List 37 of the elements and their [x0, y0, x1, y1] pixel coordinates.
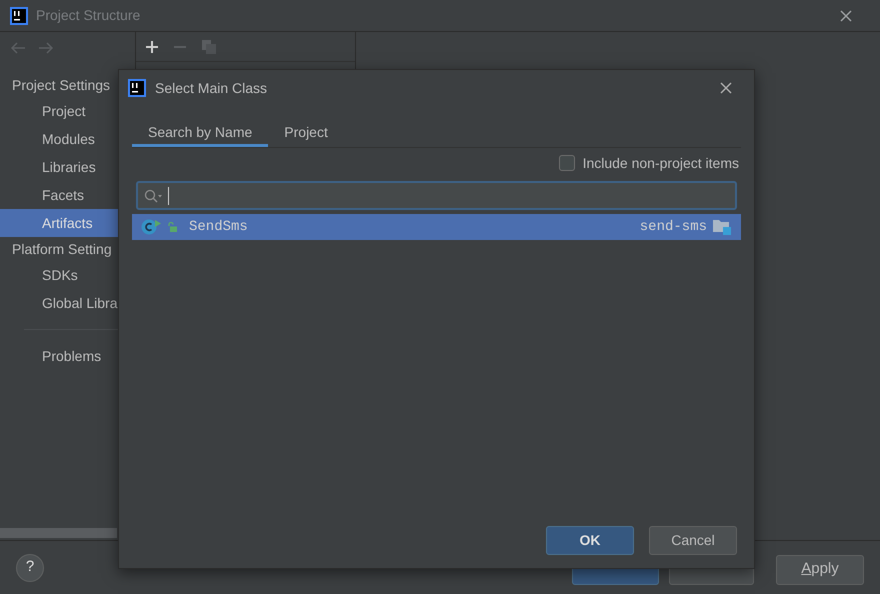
search-field[interactable]	[136, 181, 737, 210]
ok-button[interactable]: OK	[546, 526, 634, 555]
close-icon[interactable]	[720, 82, 732, 94]
forward-arrow-icon[interactable]	[38, 42, 54, 54]
copy-icon[interactable]	[202, 40, 216, 54]
add-icon[interactable]	[146, 40, 158, 52]
sidebar-item[interactable]: Facets	[0, 181, 118, 209]
checkbox[interactable]	[558, 155, 575, 171]
result-row[interactable]: SendSms send-sms	[132, 214, 741, 240]
back-arrow-icon[interactable]	[10, 42, 26, 54]
sidebar-section-header: Platform Setting	[11, 240, 113, 259]
window-title: Project Structure	[36, 6, 140, 25]
sidebar-item[interactable]: Project	[0, 97, 118, 125]
tab[interactable]: Project	[268, 118, 344, 147]
class-icon	[141, 219, 161, 235]
sidebar-item[interactable]: Modules	[0, 125, 118, 153]
sidebar-section-header: Project Settings	[11, 76, 112, 95]
close-icon[interactable]	[840, 10, 852, 22]
sidebar-item[interactable]: Global Libra	[0, 289, 118, 317]
module-name: send-sms	[640, 218, 707, 236]
sidebar-item[interactable]: Libraries	[0, 153, 118, 181]
tab[interactable]: Search by Name	[132, 118, 268, 147]
app-logo-icon	[10, 6, 28, 24]
help-button[interactable]: ?	[16, 554, 44, 582]
apply-button[interactable]: Apply	[776, 554, 864, 584]
checkbox-label: Include non-project items	[582, 154, 739, 173]
lock-icon	[167, 222, 177, 232]
app-logo-icon	[128, 79, 146, 97]
class-name: SendSms	[189, 218, 249, 236]
sidebar-item[interactable]: SDKs	[0, 261, 118, 289]
text-cursor	[168, 186, 169, 204]
module-folder-icon	[713, 219, 731, 235]
sidebar-item[interactable]: Problems	[0, 342, 118, 370]
search-icon	[144, 188, 164, 202]
dialog-title: Select Main Class	[155, 78, 268, 98]
cancel-button[interactable]: Cancel	[649, 526, 737, 555]
sidebar-item[interactable]: Artifacts	[0, 209, 118, 237]
